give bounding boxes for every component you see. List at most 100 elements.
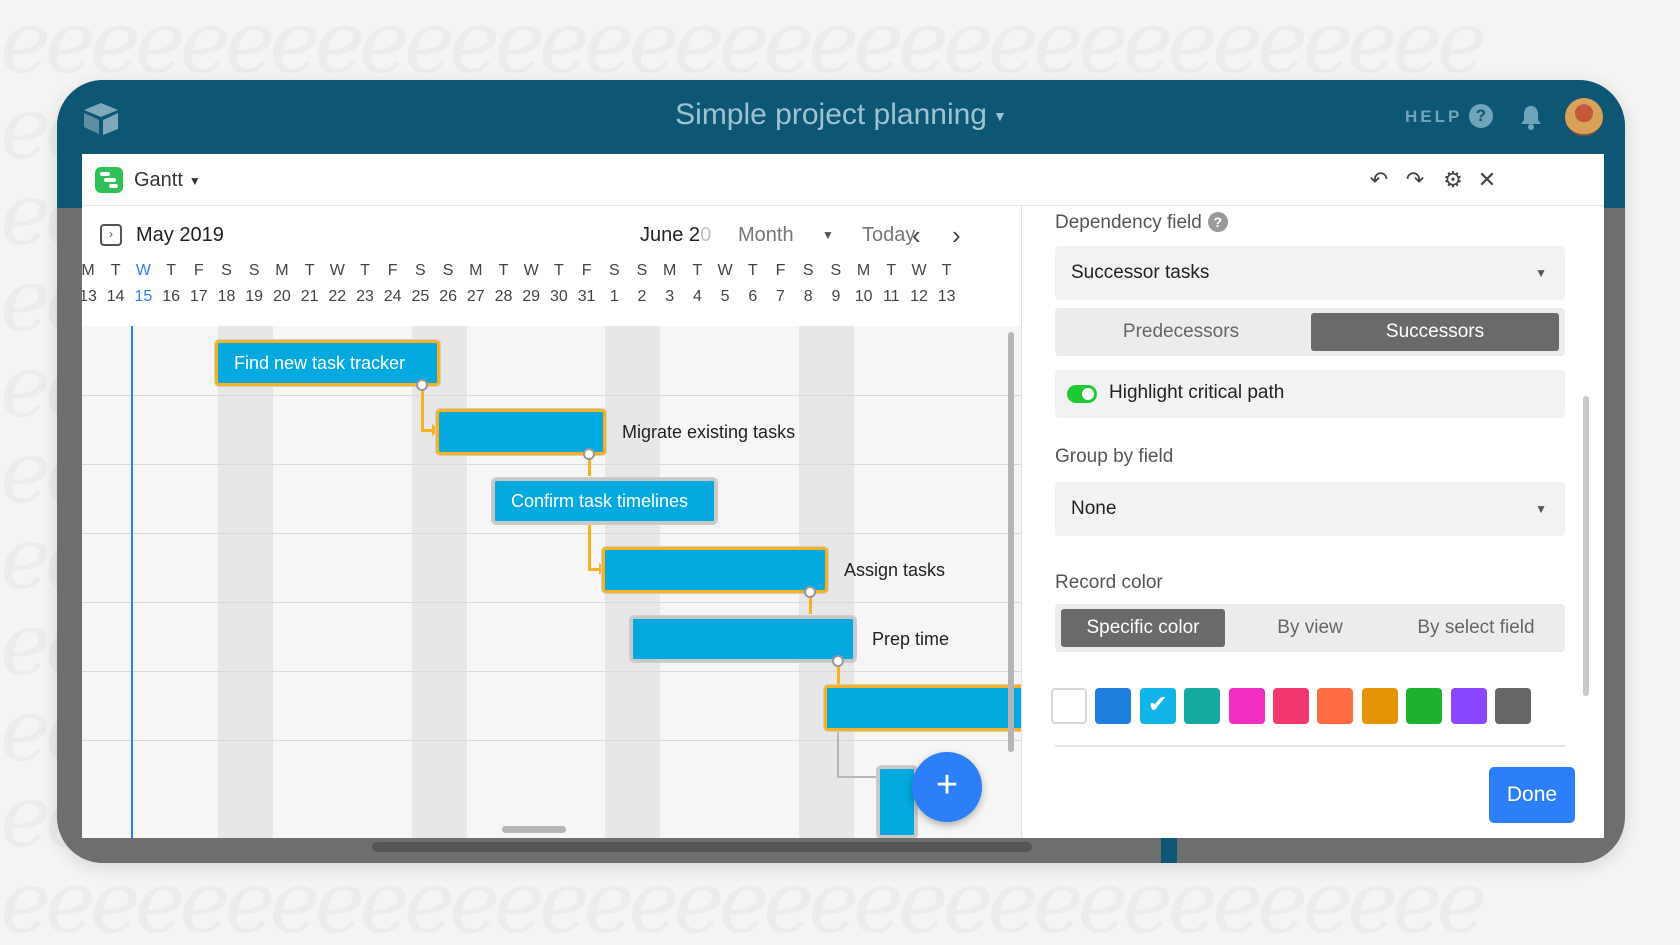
- task-label: Assign tasks: [844, 560, 946, 580]
- dependency-field-select[interactable]: Successor tasks ▼: [1055, 246, 1565, 300]
- date-label: 29: [522, 288, 541, 305]
- by-select-field-option[interactable]: By select field: [1393, 609, 1559, 647]
- weekday-label: S: [802, 262, 814, 279]
- predecessors-option[interactable]: Predecessors: [1061, 313, 1301, 351]
- dependency-handle[interactable]: [416, 379, 428, 391]
- dependency-handle[interactable]: [583, 448, 595, 460]
- prev-arrow-icon[interactable]: ‹: [912, 220, 921, 251]
- date-label: 7: [776, 288, 785, 305]
- bottom-strip: [57, 838, 1625, 863]
- weekday-label: T: [554, 262, 564, 279]
- color-swatch[interactable]: [1184, 688, 1221, 724]
- next-arrow-icon[interactable]: ›: [952, 220, 961, 251]
- record-color-label: Record color: [1055, 572, 1163, 593]
- group-by-select[interactable]: None ▼: [1055, 482, 1565, 536]
- help-question-icon[interactable]: ?: [1207, 212, 1228, 232]
- weekday-label: T: [360, 262, 370, 279]
- help-question-icon[interactable]: ?: [1469, 104, 1493, 128]
- divider: [1055, 745, 1565, 747]
- date-label: 20: [272, 288, 291, 305]
- by-view-option[interactable]: By view: [1235, 609, 1385, 647]
- task-label: Migrate existing tasks: [622, 422, 796, 442]
- color-swatch[interactable]: [1361, 688, 1398, 724]
- sidebar-toggle-icon[interactable]: ›: [100, 224, 122, 246]
- date-label: 28: [494, 288, 513, 305]
- color-swatch[interactable]: [1406, 688, 1443, 724]
- color-swatch[interactable]: [1051, 688, 1087, 724]
- weekday-label: W: [911, 262, 927, 279]
- weekday-label: S: [830, 262, 842, 279]
- weekday-label: M: [663, 262, 677, 279]
- date-row: 1314151617181920212223242526272829303112…: [82, 288, 1021, 312]
- dependency-line: [421, 385, 424, 431]
- vertical-scrollbar[interactable]: [1008, 332, 1014, 752]
- dependency-handle[interactable]: [804, 586, 816, 598]
- task-bar[interactable]: [601, 546, 829, 594]
- successors-option[interactable]: Successors: [1311, 313, 1559, 351]
- color-swatch[interactable]: [1495, 688, 1531, 724]
- row-divider: [82, 533, 1021, 534]
- date-label: 30: [549, 288, 568, 305]
- critical-path-switch[interactable]: [1067, 385, 1097, 403]
- dependency-handle[interactable]: [832, 655, 844, 667]
- weekday-label: S: [442, 262, 454, 279]
- base-title[interactable]: Simple project planning ▼: [57, 98, 1625, 132]
- gantt-timeline: › May 2019 June 20 Month ▼ Today ‹ › MTW…: [82, 206, 1022, 838]
- bell-icon[interactable]: [1519, 104, 1543, 130]
- done-button[interactable]: Done: [1489, 767, 1575, 823]
- color-swatch[interactable]: [1273, 688, 1309, 724]
- weekend-column: [218, 326, 273, 838]
- weekday-label: T: [747, 262, 758, 279]
- specific-color-option[interactable]: Specific color: [1061, 609, 1225, 647]
- weekday-label: M: [856, 262, 871, 279]
- task-bar[interactable]: [435, 408, 607, 456]
- close-icon[interactable]: ✕: [1474, 167, 1500, 193]
- date-label: 1: [609, 288, 619, 305]
- date-label: 26: [439, 288, 457, 305]
- gantt-app-icon: [95, 167, 123, 193]
- today-button[interactable]: Today: [862, 224, 915, 247]
- redo-icon[interactable]: ↷: [1402, 167, 1428, 193]
- today-marker: [131, 326, 133, 838]
- view-switcher[interactable]: Gantt ▼: [134, 169, 201, 192]
- color-swatch[interactable]: [1317, 688, 1354, 724]
- timescale-select[interactable]: Month: [738, 224, 794, 247]
- date-label: 9: [831, 288, 841, 305]
- task-bar[interactable]: [876, 765, 918, 838]
- task-bar[interactable]: [629, 615, 857, 663]
- horizontal-scrollbar[interactable]: [502, 826, 566, 833]
- date-label: 11: [882, 288, 900, 305]
- task-bar[interactable]: Confirm task timelines: [491, 477, 718, 525]
- background-accent: [1161, 838, 1177, 863]
- date-label: 15: [134, 288, 153, 305]
- gear-icon[interactable]: ⚙: [1440, 167, 1466, 193]
- color-swatch[interactable]: [1450, 688, 1487, 724]
- color-swatch[interactable]: ✔: [1139, 688, 1176, 724]
- add-record-button[interactable]: +: [912, 752, 982, 822]
- task-bar[interactable]: Find new task tracker: [214, 339, 441, 387]
- date-label: 14: [106, 288, 125, 305]
- current-month-label: May 2019: [136, 224, 224, 246]
- date-label: 24: [383, 288, 402, 305]
- task-bar[interactable]: [823, 684, 1021, 732]
- help-link[interactable]: HELP: [1405, 107, 1462, 127]
- background-scrollbar: [372, 842, 1032, 852]
- view-caret-icon: ▼: [188, 173, 201, 188]
- panel-scrollbar[interactable]: [1583, 396, 1589, 696]
- date-label: 21: [300, 288, 319, 305]
- date-label: 8: [803, 288, 813, 305]
- task-label: Prep time: [872, 629, 950, 649]
- timescale-caret-icon[interactable]: ▼: [822, 228, 834, 242]
- color-swatch[interactable]: [1228, 688, 1265, 724]
- weekday-label: S: [415, 262, 426, 279]
- undo-icon[interactable]: ↶: [1366, 167, 1392, 193]
- weekday-label: T: [692, 262, 703, 279]
- date-label: 31: [577, 288, 596, 305]
- avatar[interactable]: [1565, 98, 1603, 136]
- weekday-label: S: [248, 262, 260, 279]
- color-swatch[interactable]: [1095, 688, 1132, 724]
- critical-path-row[interactable]: Highlight critical path: [1055, 370, 1565, 418]
- group-by-label: Group by field: [1055, 446, 1174, 467]
- settings-panel: Dependency field? Successor tasks ▼ Prede…: [1023, 206, 1604, 838]
- date-label: 23: [356, 288, 374, 305]
